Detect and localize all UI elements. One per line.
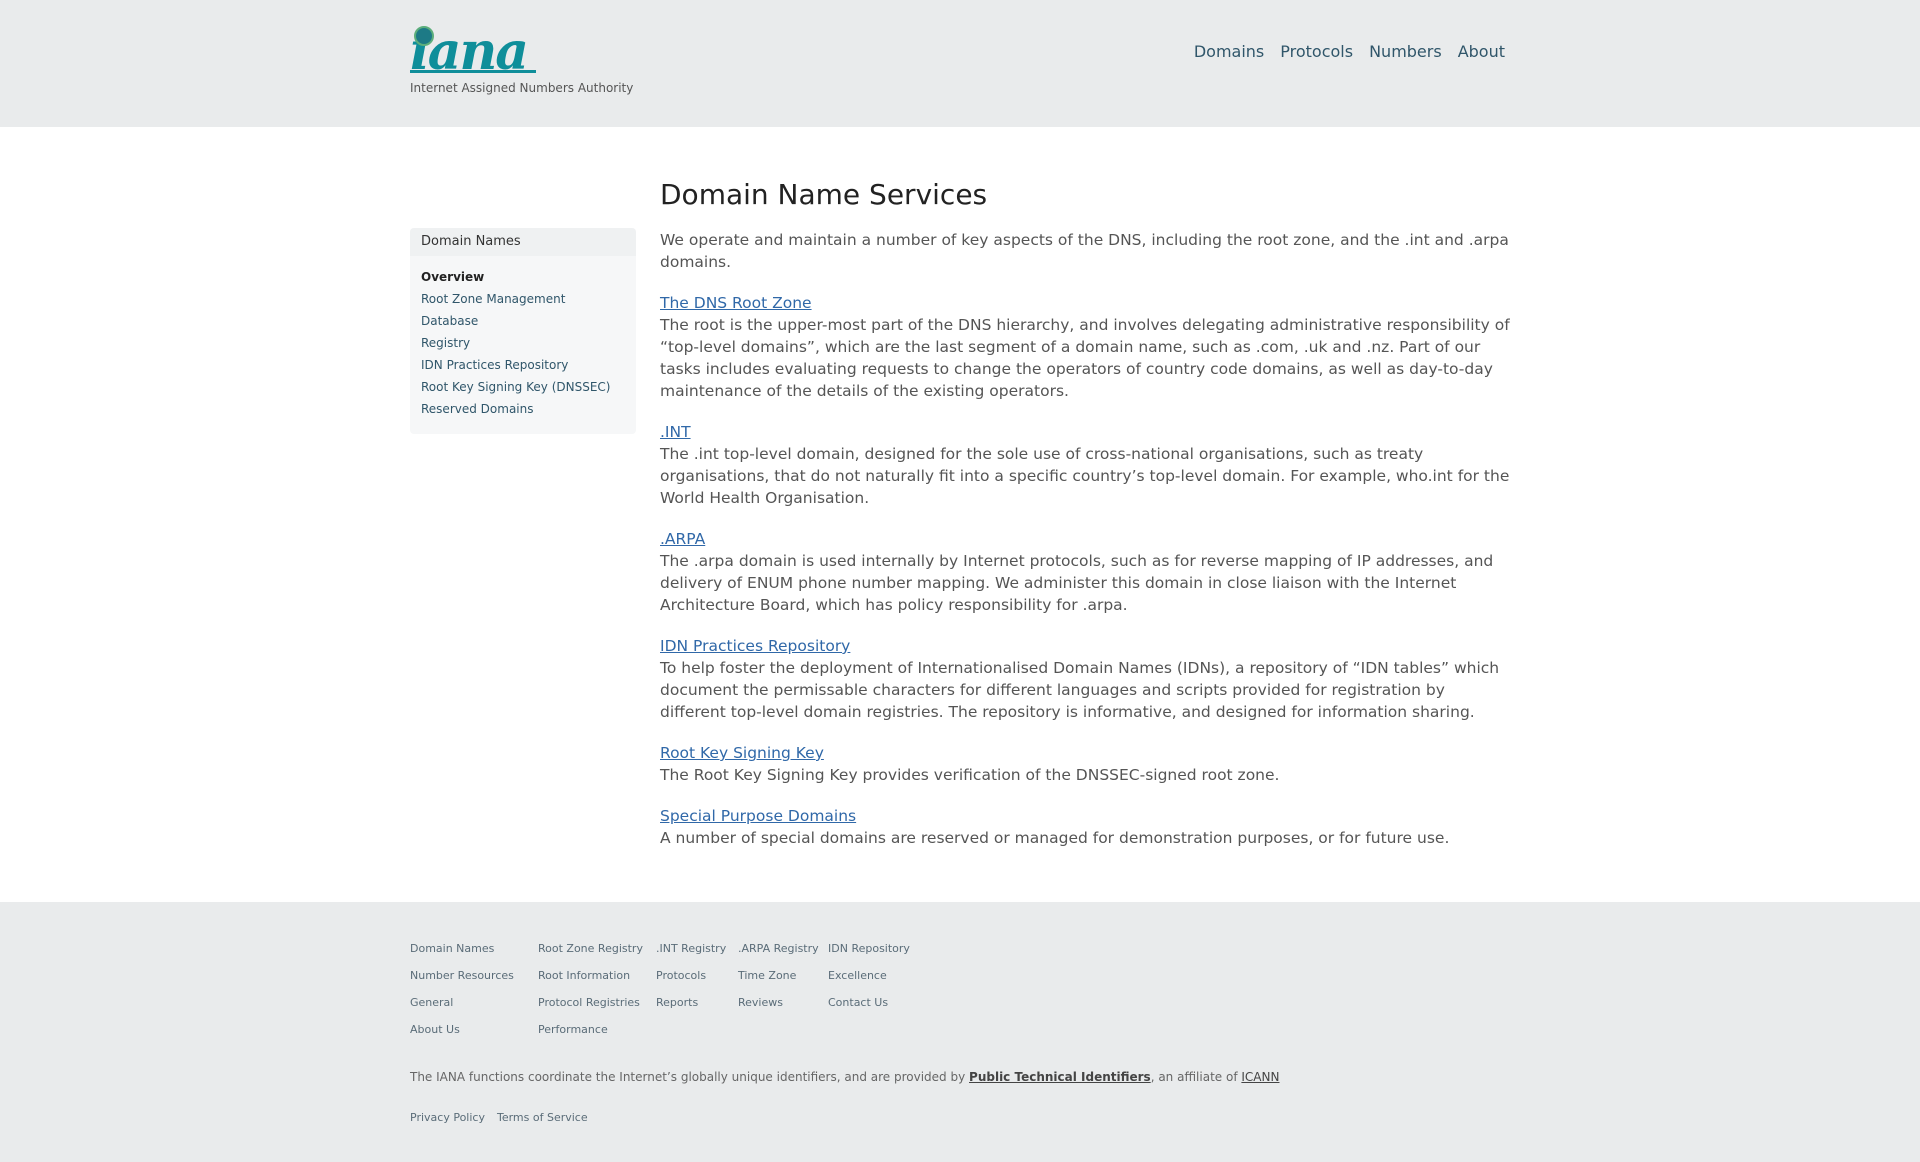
footer-description: The IANA functions coordinate the Intern… <box>410 1070 1280 1084</box>
terms-of-service-link[interactable]: Terms of Service <box>497 1111 588 1124</box>
section-int: .INT The .int top-level domain, designed… <box>660 421 1510 509</box>
site-header: iana Internet Assigned Numbers Authority… <box>0 0 1920 127</box>
main-nav: Domains Protocols Numbers About <box>1189 38 1510 65</box>
sidebar-item-reserved-domains[interactable]: Reserved Domains <box>421 402 636 424</box>
footer-link[interactable]: General <box>410 996 514 1023</box>
pti-link[interactable]: Public Technical Identifiers <box>969 1070 1151 1084</box>
section-body: The .int top-level domain, designed for … <box>660 445 1510 507</box>
footer-link[interactable]: IDN Repository <box>828 942 910 969</box>
footer-link[interactable]: .INT Registry <box>656 942 726 969</box>
section-body: The Root Key Signing Key provides verifi… <box>660 766 1280 784</box>
section-body: To help foster the deployment of Interna… <box>660 659 1500 721</box>
sidebar-item-root-ksk[interactable]: Root Key Signing Key (DNSSEC) <box>421 380 636 402</box>
footer-link[interactable]: Reviews <box>738 996 819 1023</box>
nav-about[interactable]: About <box>1453 38 1510 65</box>
logo-tagline[interactable]: Internet Assigned Numbers Authority <box>410 81 633 95</box>
section-idn: IDN Practices Repository To help foster … <box>660 635 1510 723</box>
sidebar-item-root-zone-management[interactable]: Root Zone Management <box>421 292 636 314</box>
site-footer: Domain Names Number Resources General Ab… <box>0 902 1920 1162</box>
section-special-domains: Special Purpose Domains A number of spec… <box>660 805 1510 849</box>
footer-link[interactable]: About Us <box>410 1023 514 1050</box>
footer-link[interactable]: Reports <box>656 996 726 1023</box>
footer-column: Domain Names Number Resources General Ab… <box>410 942 514 1050</box>
section-body: A number of special domains are reserved… <box>660 829 1450 847</box>
section-body: The root is the upper-most part of the D… <box>660 316 1510 400</box>
link-arpa[interactable]: .ARPA <box>660 530 705 548</box>
link-dns-root-zone[interactable]: The DNS Root Zone <box>660 294 812 312</box>
sidebar-item-overview[interactable]: Overview <box>421 270 636 292</box>
footer-legal: Privacy Policy Terms of Service <box>410 1111 588 1124</box>
section-arpa: .ARPA The .arpa domain is used internall… <box>660 528 1510 616</box>
footer-link[interactable]: Number Resources <box>410 969 514 996</box>
sidebar-menu: Overview Root Zone Management Database R… <box>410 256 636 424</box>
footer-link[interactable]: Protocol Registries <box>538 996 643 1023</box>
sidebar: Domain Names Overview Root Zone Manageme… <box>410 228 636 434</box>
sidebar-title: Domain Names <box>410 228 636 256</box>
section-root-zone: The DNS Root Zone The root is the upper-… <box>660 292 1510 402</box>
link-idn-practices[interactable]: IDN Practices Repository <box>660 637 850 655</box>
intro-text: We operate and maintain a number of key … <box>660 231 1509 271</box>
footer-link[interactable]: Root Information <box>538 969 643 996</box>
footer-link[interactable]: Contact Us <box>828 996 910 1023</box>
sidebar-item-idn-practices[interactable]: IDN Practices Repository <box>421 358 636 380</box>
section-body: The .arpa domain is used internally by I… <box>660 552 1494 614</box>
globe-icon <box>414 26 434 46</box>
section-root-ksk: Root Key Signing Key The Root Key Signin… <box>660 742 1510 786</box>
footer-link[interactable]: Time Zone <box>738 969 819 996</box>
link-root-ksk[interactable]: Root Key Signing Key <box>660 744 824 762</box>
sidebar-item-registry[interactable]: Registry <box>421 336 636 358</box>
footer-column: Root Zone Registry Root Information Prot… <box>538 942 643 1050</box>
footer-link[interactable]: Excellence <box>828 969 910 996</box>
sidebar-item-database[interactable]: Database <box>421 314 636 336</box>
footer-link[interactable]: .ARPA Registry <box>738 942 819 969</box>
link-int[interactable]: .INT <box>660 423 691 441</box>
link-special-domains[interactable]: Special Purpose Domains <box>660 807 856 825</box>
nav-numbers[interactable]: Numbers <box>1364 38 1447 65</box>
footer-link[interactable]: Performance <box>538 1023 643 1050</box>
main-content: Domain Name Services We operate and main… <box>660 178 1510 849</box>
icann-link[interactable]: ICANN <box>1241 1070 1279 1084</box>
footer-column: IDN Repository Excellence Contact Us <box>828 942 910 1023</box>
footer-column: .INT Registry Protocols Reports <box>656 942 726 1023</box>
footer-link[interactable]: Domain Names <box>410 942 514 969</box>
privacy-policy-link[interactable]: Privacy Policy <box>410 1111 485 1124</box>
page-title: Domain Name Services <box>660 178 988 211</box>
nav-protocols[interactable]: Protocols <box>1275 38 1358 65</box>
footer-link[interactable]: Root Zone Registry <box>538 942 643 969</box>
nav-domains[interactable]: Domains <box>1189 38 1269 65</box>
iana-logo[interactable]: iana <box>410 24 650 80</box>
footer-link[interactable]: Protocols <box>656 969 726 996</box>
footer-column: .ARPA Registry Time Zone Reviews <box>738 942 819 1023</box>
